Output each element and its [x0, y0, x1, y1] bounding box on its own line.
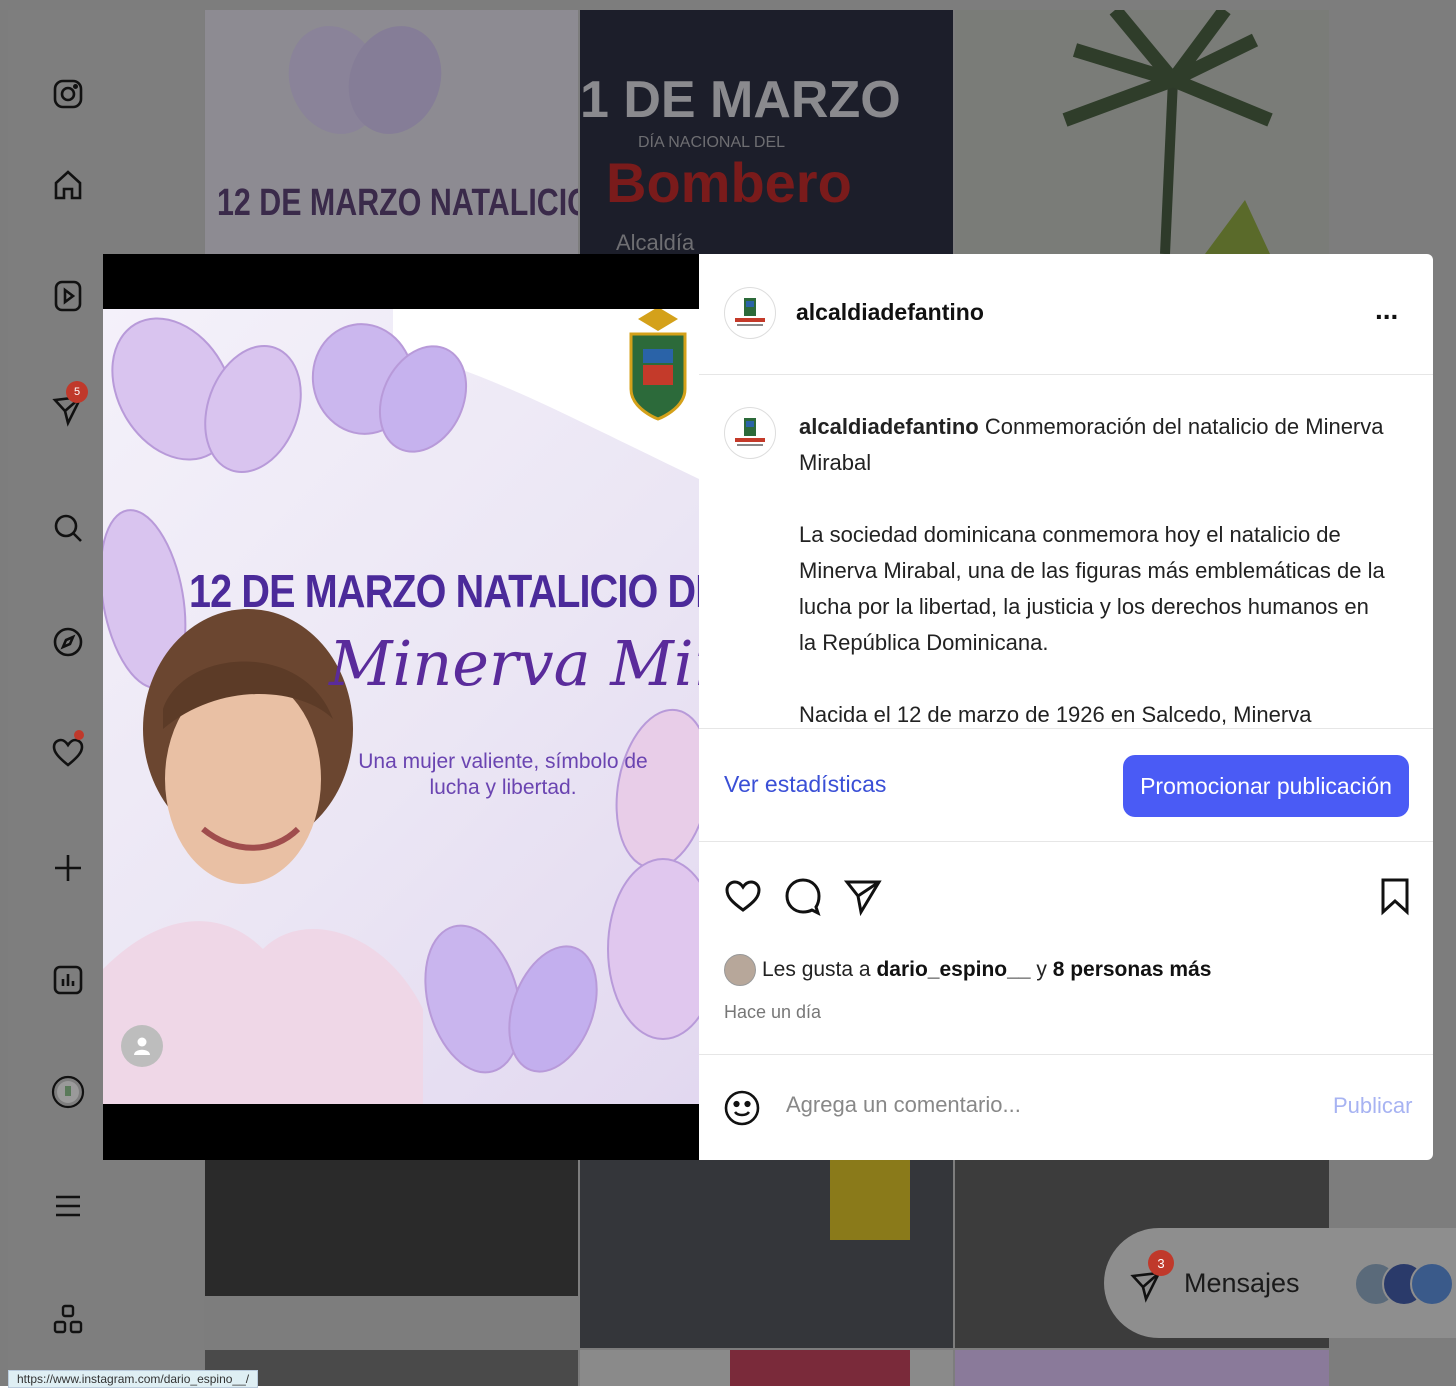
caption-paragraph: La sociedad dominicana conmemora hoy el …	[799, 522, 1385, 655]
view-insights-link[interactable]: Ver estadísticas	[724, 771, 886, 798]
more-options-button[interactable]: ...	[1375, 294, 1398, 326]
post-username[interactable]: alcaldiadefantino	[796, 299, 984, 326]
grid-tile[interactable]	[205, 1160, 578, 1296]
post-image-title: 12 DE MARZO NATALICIO DE	[189, 565, 699, 617]
butterflies-decoration-icon	[103, 309, 699, 1104]
dashboard-icon[interactable]	[48, 960, 88, 1000]
tile-figure	[830, 1160, 910, 1240]
messages-label: Mensajes	[1184, 1268, 1300, 1298]
liker-avatar[interactable]	[724, 954, 756, 986]
post-media-panel: 12 DE MARZO NATALICIO DE Minerva Mirabal…	[103, 254, 699, 1160]
alcaldia-logo-icon	[726, 409, 774, 457]
search-icon[interactable]	[48, 508, 88, 548]
caption-username[interactable]: alcaldiadefantino	[799, 414, 979, 439]
others-likes-link[interactable]: 8 personas más	[1053, 958, 1212, 982]
post-details-panel: alcaldiadefantino ... alcaldiadefantino …	[699, 254, 1433, 1160]
person-icon	[134, 1037, 150, 1055]
insights-row: Ver estadísticas Promocionar publicación	[699, 728, 1433, 842]
emoji-icon[interactable]	[723, 1089, 761, 1127]
likes-prefix: Les gusta a	[762, 958, 871, 981]
grid-tile[interactable]	[955, 10, 1329, 254]
save-icon[interactable]	[1375, 876, 1415, 916]
notification-dot	[74, 730, 84, 740]
likes-mid: y	[1036, 958, 1047, 981]
tile-title: 12 DE MARZO NATALICIO D	[217, 182, 578, 224]
grid-tile[interactable]: 12 DE MARZO NATALICIO D	[205, 10, 578, 254]
comment-icon[interactable]	[783, 876, 823, 916]
alcaldia-logo-icon	[726, 289, 774, 337]
tile-flag	[730, 1350, 910, 1386]
post-caption: alcaldiadefantino Conmemoración del nata…	[799, 409, 1389, 729]
avatar[interactable]	[724, 287, 776, 339]
explore-icon[interactable]	[48, 622, 88, 662]
grid-tile[interactable]: 1 DE MARZO DÍA NACIONAL DEL Bombero Alca…	[580, 10, 953, 254]
grid-tile[interactable]	[955, 1350, 1329, 1386]
butterfly-decoration-icon	[288, 26, 442, 134]
tile-footer: Alcaldía	[616, 230, 695, 254]
comment-input[interactable]	[784, 1091, 1288, 1119]
more-apps-icon[interactable]	[48, 1300, 88, 1340]
likes-summary: Les gusta a dario_espino__ y 8 personas …	[724, 954, 1211, 986]
liker-username[interactable]: dario_espino__	[876, 958, 1030, 982]
instagram-icon[interactable]	[48, 74, 88, 114]
reels-icon[interactable]	[48, 276, 88, 316]
like-icon[interactable]	[723, 876, 763, 916]
post-image-subtitle: Una mujer valiente, símbolo de lucha y l…	[358, 750, 648, 799]
share-icon[interactable]	[843, 876, 883, 916]
menu-icon[interactable]	[48, 1186, 88, 1226]
post-image-script-name: Minerva Mirabal	[329, 627, 699, 700]
messages-pill[interactable]: 3 Mensajes	[1104, 1228, 1456, 1338]
status-bar-url: https://www.instagram.com/dario_espino__…	[8, 1370, 259, 1388]
comment-row: Publicar	[699, 1054, 1433, 1161]
tile-title: 1 DE MARZO	[580, 71, 901, 129]
messages-badge: 3	[1148, 1250, 1174, 1276]
post-header: alcaldiadefantino ...	[699, 254, 1433, 375]
post-timestamp: Hace un día	[724, 1002, 822, 1022]
post-image[interactable]: 12 DE MARZO NATALICIO DE Minerva Mirabal…	[103, 309, 699, 1104]
profile-icon[interactable]	[48, 1072, 88, 1112]
publish-comment-button[interactable]: Publicar	[1333, 1093, 1412, 1119]
grid-tile[interactable]	[580, 1160, 953, 1348]
tagged-people-button[interactable]	[121, 1025, 163, 1067]
grid-tile[interactable]	[580, 1350, 953, 1386]
tile-highlight: Bombero	[606, 151, 852, 214]
avatar	[1410, 1262, 1454, 1306]
caption-paragraph: Nacida el 12 de marzo de 1926 en Salcedo…	[799, 702, 1312, 727]
notifications-badge: 5	[66, 381, 88, 403]
palm-tree-image-icon	[1062, 10, 1273, 254]
avatar[interactable]	[724, 407, 776, 459]
home-icon[interactable]	[48, 165, 88, 205]
grid-tile[interactable]	[205, 1350, 578, 1386]
promote-post-button[interactable]: Promocionar publicación	[1123, 755, 1409, 817]
create-icon[interactable]	[48, 848, 88, 888]
